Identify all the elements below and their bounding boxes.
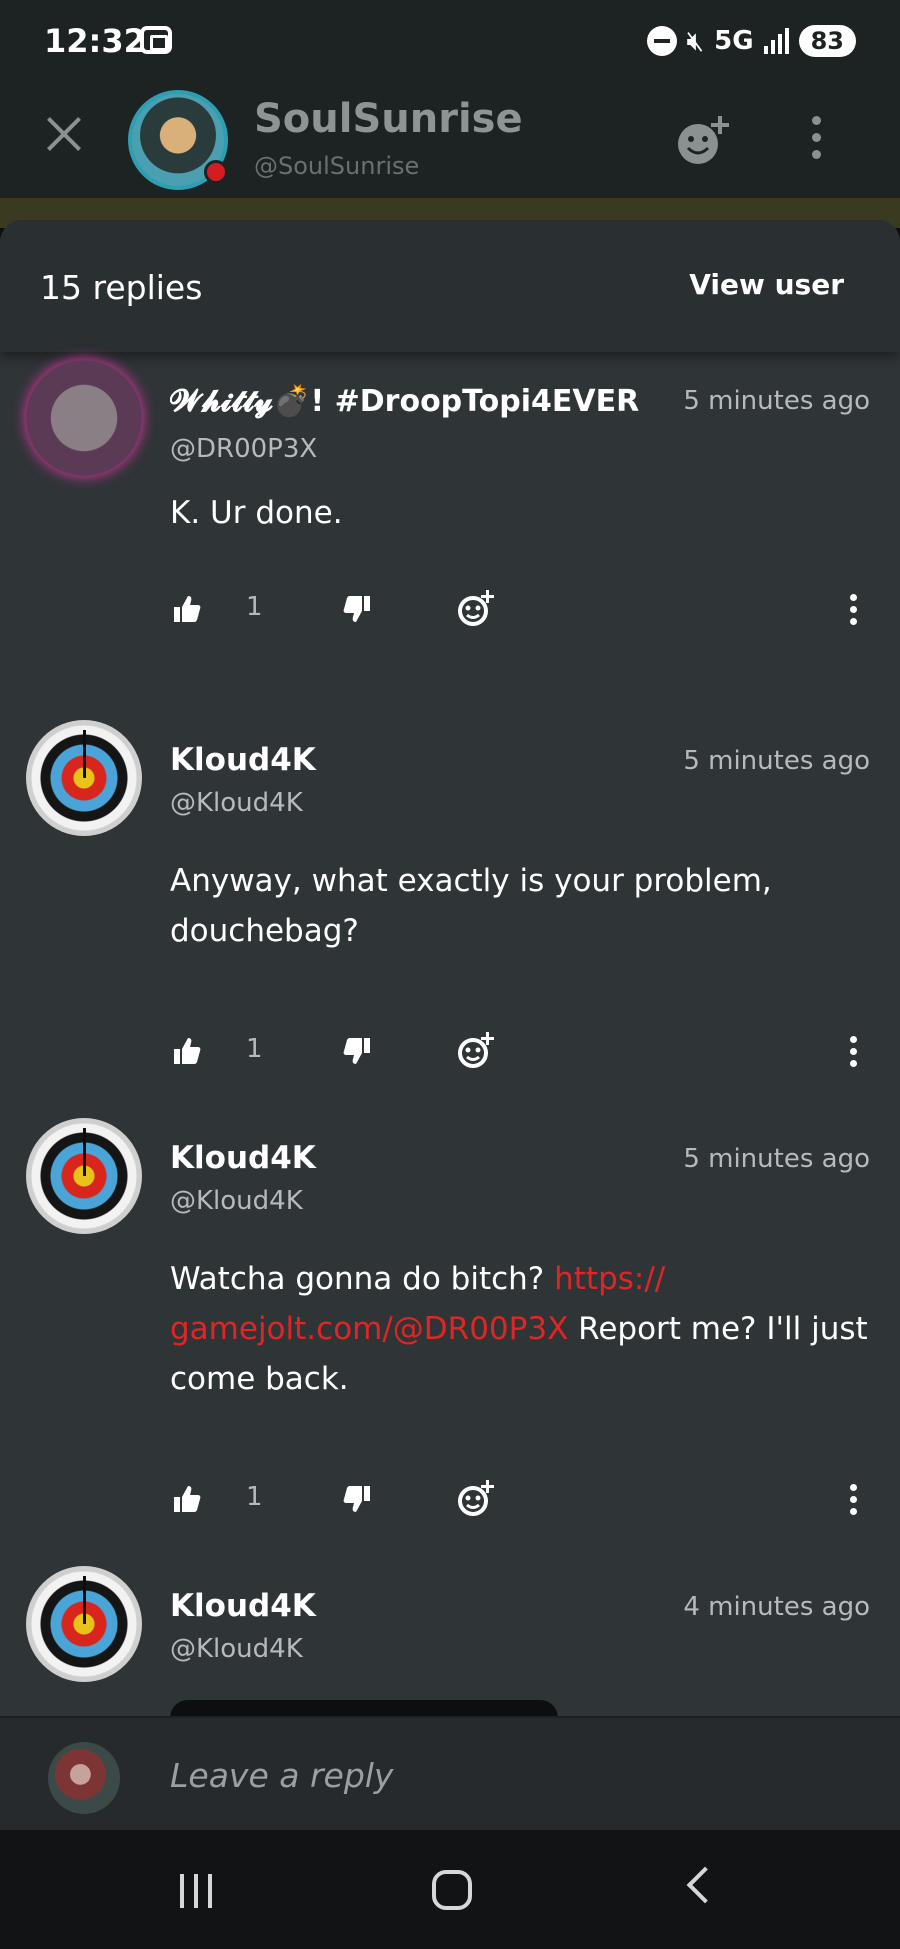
add-reaction-icon[interactable]	[456, 588, 496, 628]
comment-body: Watcha gonna do bitch? https:// gamejolt…	[170, 1254, 870, 1404]
view-user-button[interactable]: View user	[689, 268, 844, 301]
home-icon[interactable]	[432, 1870, 472, 1910]
comment-author[interactable]: Kloud4K	[170, 742, 316, 778]
comment-author[interactable]: Kloud4K	[170, 1588, 316, 1624]
signal-icon	[763, 28, 789, 54]
like-count: 1	[246, 1482, 263, 1512]
comment-author[interactable]: Kloud4K	[170, 1140, 316, 1176]
recents-icon[interactable]	[180, 1874, 220, 1910]
dislike-icon[interactable]	[342, 1036, 372, 1066]
navigation-bar	[0, 1830, 900, 1949]
comment-handle: @Kloud4K	[170, 788, 303, 818]
reply-bar: Leave a reply	[0, 1716, 900, 1830]
comment-options-icon[interactable]	[850, 1036, 858, 1068]
status-icons: 🔇︎ 5G 83	[646, 24, 856, 58]
add-reaction-icon[interactable]	[672, 112, 736, 168]
do-not-disturb-icon	[646, 26, 677, 56]
comment-body: Anyway, what exactly is your problem, do…	[170, 863, 772, 949]
comment-time: 4 minutes ago	[683, 1592, 870, 1622]
dislike-icon[interactable]	[342, 594, 372, 624]
back-icon[interactable]	[686, 1866, 724, 1904]
clock: 12:32	[44, 22, 146, 60]
avatar[interactable]	[26, 720, 142, 836]
comment-body: K. Ur done.	[170, 495, 343, 531]
profile-header: SoulSunrise @SoulSunrise	[0, 90, 900, 200]
comment-options-icon[interactable]	[850, 594, 858, 626]
status-bar: 12:32 🔇︎ 5G 83	[0, 0, 900, 90]
avatar[interactable]	[26, 1118, 142, 1234]
reply-input[interactable]: Leave a reply	[170, 1756, 393, 1795]
battery-level: 83	[798, 25, 856, 57]
comment-text: Watcha gonna do bitch?	[170, 1261, 555, 1297]
comment-actions: 1	[170, 1032, 870, 1074]
comment-author[interactable]: 𝓦𝓱𝓲𝓽𝓽𝔂💣! #DroopTopi4EVER	[170, 384, 639, 419]
comment-handle: @DR00P3X	[170, 434, 318, 464]
like-icon[interactable]	[172, 1036, 202, 1066]
comment-handle: @Kloud4K	[170, 1634, 303, 1664]
comment-handle: @Kloud4K	[170, 1186, 303, 1216]
like-count: 1	[246, 592, 263, 622]
replies-count: 15 replies	[40, 268, 203, 307]
replies-sheet: 15 replies View user 𝓦𝓱𝓲𝓽𝓽𝔂💣! #DroopTopi…	[0, 220, 900, 1718]
like-count: 1	[246, 1034, 263, 1064]
add-reaction-icon[interactable]	[456, 1030, 496, 1070]
avatar	[48, 1742, 120, 1814]
dislike-icon[interactable]	[342, 1484, 372, 1514]
comment-time: 5 minutes ago	[683, 1144, 870, 1174]
like-icon[interactable]	[172, 1484, 202, 1514]
network-type: 5G	[714, 26, 754, 56]
comment-actions: 1	[170, 1480, 870, 1522]
profile-username[interactable]: SoulSunrise	[254, 96, 523, 142]
close-icon[interactable]	[44, 114, 84, 154]
profile-handle: @SoulSunrise	[254, 152, 420, 180]
avatar[interactable]	[26, 360, 142, 476]
comment-time: 5 minutes ago	[683, 386, 870, 416]
mute-icon: 🔇︎	[686, 24, 705, 57]
avatar[interactable]	[26, 1566, 142, 1682]
screen-recorder-icon	[140, 26, 172, 54]
comment-options-icon[interactable]	[850, 1484, 858, 1516]
add-reaction-icon[interactable]	[456, 1478, 496, 1518]
comment-actions: 1	[170, 590, 870, 632]
more-options-icon[interactable]	[810, 116, 822, 160]
status-dot	[204, 160, 228, 184]
comment-time: 5 minutes ago	[683, 746, 870, 776]
sheet-header: 15 replies View user	[0, 220, 900, 352]
like-icon[interactable]	[172, 594, 202, 624]
